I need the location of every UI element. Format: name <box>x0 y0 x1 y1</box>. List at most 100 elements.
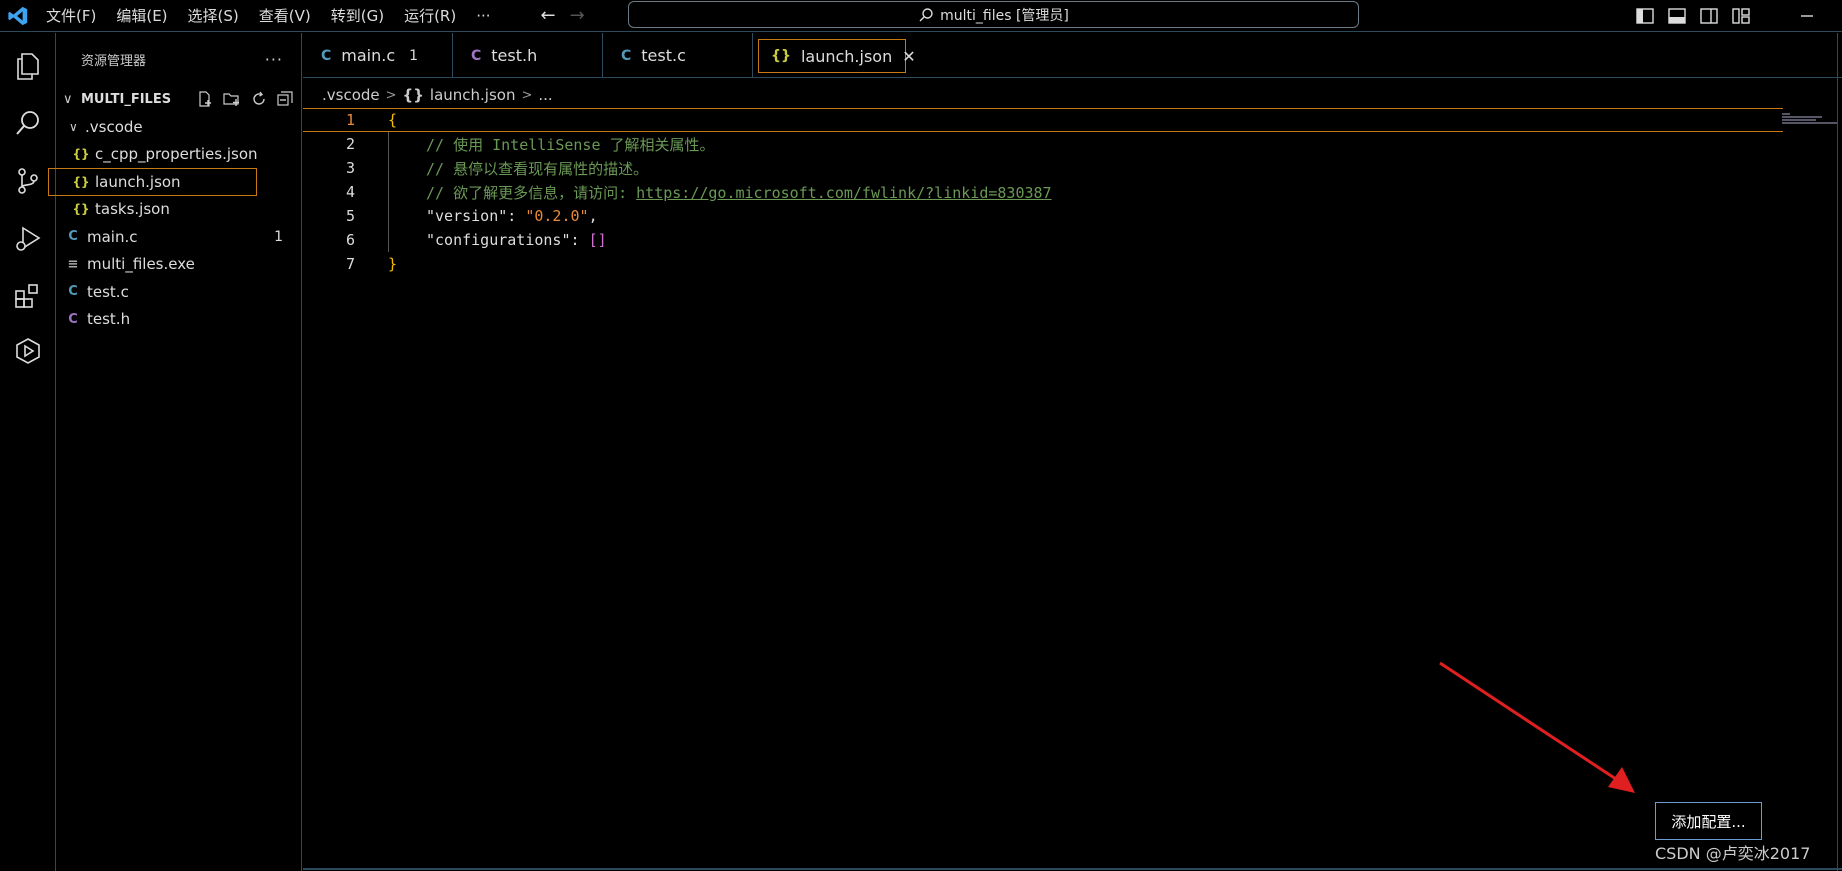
line-number: 4 <box>345 183 355 201</box>
code-line-4[interactable]: 4 // 欲了解更多信息，请访问: https://go.microsoft.c… <box>303 180 1783 204</box>
json-file-icon: {} <box>402 86 424 104</box>
new-folder-icon[interactable] <box>223 91 241 107</box>
code-line-5[interactable]: 5 "version": "0.2.0", <box>303 204 1783 228</box>
tree-item-label: .vscode <box>85 117 143 136</box>
json-file-icon: {} <box>72 202 90 217</box>
tree-item-multi-files-exe[interactable]: ≡ multi_files.exe <box>57 251 301 279</box>
menu-file[interactable]: 文件(F) <box>36 5 106 26</box>
code-text: { <box>388 111 398 129</box>
tree-item-c-cpp-properties[interactable]: {} c_cpp_properties.json <box>57 141 301 169</box>
search-text: multi_files [管理员] <box>940 7 1069 24</box>
toggle-panel-icon[interactable] <box>1668 8 1686 24</box>
search-view-icon[interactable] <box>10 105 46 141</box>
json-file-icon: {} <box>72 174 90 189</box>
code-comment: // 悬停以查看现有属性的描述。 <box>426 159 649 178</box>
tab-main-c[interactable]: C main.c 1 <box>303 33 453 78</box>
explorer-icon[interactable] <box>10 48 46 84</box>
breadcrumb-file[interactable]: launch.json <box>430 86 516 104</box>
line-number: 5 <box>345 207 355 225</box>
vscode-logo-icon <box>0 0 36 32</box>
menu-edit[interactable]: 编辑(E) <box>106 5 177 26</box>
toggle-secondary-sidebar-icon[interactable] <box>1700 8 1718 24</box>
tab-label: launch.json <box>800 46 893 66</box>
json-comma: , <box>588 207 598 225</box>
workspace-section-header[interactable]: ∨ MULTI_FILES <box>57 85 301 113</box>
sidebar-more-icon[interactable]: ··· <box>265 50 283 69</box>
tab-launch-json[interactable]: {} launch.json ✕ <box>758 39 916 73</box>
menu-selection[interactable]: 选择(S) <box>178 5 249 26</box>
code-line-6[interactable]: 6 "configurations": [] <box>303 228 1783 252</box>
tree-item-label: main.c <box>87 227 138 246</box>
tree-item-test-c[interactable]: C test.c <box>57 278 301 306</box>
json-array: [] <box>588 231 607 249</box>
code-comment: // 使用 IntelliSense 了解相关属性。 <box>426 135 715 154</box>
minimize-button[interactable] <box>1800 0 1814 32</box>
new-file-icon[interactable] <box>197 91 213 107</box>
problem-count-badge: 1 <box>409 47 418 64</box>
tree-folder-vscode[interactable]: ∨ .vscode <box>57 113 301 141</box>
navigation-arrows: ← → <box>541 5 585 26</box>
menu-run[interactable]: 运行(R) <box>394 5 466 26</box>
h-file-icon: C <box>68 311 78 327</box>
json-key: "configurations" <box>426 231 571 249</box>
code-comment: // 欲了解更多信息，请访问: <box>426 183 637 202</box>
add-configuration-button[interactable]: 添加配置... <box>1655 802 1762 840</box>
menu-go[interactable]: 转到(G) <box>321 5 394 26</box>
json-file-icon: {} <box>771 48 791 64</box>
problem-count-badge: 1 <box>274 228 283 245</box>
line-number: 2 <box>345 135 355 153</box>
minimap[interactable] <box>1782 112 1842 132</box>
forward-arrow-icon[interactable]: → <box>570 5 585 26</box>
annotation-arrow-icon <box>1439 661 1635 793</box>
minimize-icon <box>1801 15 1813 17</box>
remote-explorer-icon[interactable] <box>10 333 46 369</box>
code-link[interactable]: https://go.microsoft.com/fwlink/?linkid=… <box>636 184 1051 202</box>
toggle-primary-sidebar-icon[interactable] <box>1636 8 1654 24</box>
activity-bar <box>0 33 56 871</box>
tree-item-label: launch.json <box>95 172 181 191</box>
code-line-7[interactable]: 7 } <box>303 252 1783 276</box>
command-center-search[interactable]: multi_files [管理员] <box>628 1 1359 28</box>
customize-layout-icon[interactable] <box>1732 8 1750 24</box>
json-colon: : <box>570 231 589 249</box>
workspace-title: MULTI_FILES <box>81 91 172 107</box>
back-arrow-icon[interactable]: ← <box>541 5 556 26</box>
c-file-icon: C <box>68 284 78 300</box>
tree-item-tasks-json[interactable]: {} tasks.json <box>57 196 301 224</box>
code-line-1[interactable]: 1 { <box>303 108 1783 132</box>
tab-label: main.c <box>341 46 396 65</box>
editor-right-border <box>1837 33 1838 871</box>
collapse-all-icon[interactable] <box>277 91 293 107</box>
tab-test-h[interactable]: C test.h <box>453 33 603 78</box>
editor-tabs: C main.c 1 C test.h C test.c {} launch.j… <box>303 33 1842 78</box>
menu-view[interactable]: 查看(V) <box>249 5 321 26</box>
line-number: 1 <box>345 111 355 129</box>
code-line-3[interactable]: 3 // 悬停以查看现有属性的描述。 <box>303 156 1783 180</box>
tree-item-main-c[interactable]: C main.c 1 <box>57 223 301 251</box>
code-text: "version": "0.2.0", <box>426 207 598 225</box>
tree-item-launch-json[interactable]: {} launch.json <box>48 168 257 196</box>
layout-controls <box>1636 0 1750 32</box>
tab-test-c[interactable]: C test.c <box>603 33 753 78</box>
json-colon: : <box>507 207 526 225</box>
code-line-2[interactable]: 2 // 使用 IntelliSense 了解相关属性。 <box>303 132 1783 156</box>
breadcrumb-symbols[interactable]: ... <box>538 86 552 104</box>
tree-item-test-h[interactable]: C test.h <box>57 306 301 334</box>
menu-more[interactable]: ··· <box>466 7 500 25</box>
c-file-icon: C <box>68 229 78 245</box>
breadcrumb-folder[interactable]: .vscode <box>322 86 380 104</box>
tree-item-label: multi_files.exe <box>87 255 195 274</box>
line-number: 6 <box>345 231 355 249</box>
watermark-text: CSDN @卢奕冰2017 <box>1655 844 1811 863</box>
title-bar: 文件(F) 编辑(E) 选择(S) 查看(V) 转到(G) 运行(R) ··· … <box>0 0 1842 32</box>
source-control-icon[interactable] <box>10 163 46 199</box>
refresh-icon[interactable] <box>251 91 267 107</box>
close-icon[interactable]: ✕ <box>902 47 915 66</box>
code-text: } <box>388 255 398 273</box>
run-debug-icon[interactable] <box>10 221 46 257</box>
code-text: "configurations": [] <box>426 231 607 249</box>
menu-bar: 文件(F) 编辑(E) 选择(S) 查看(V) 转到(G) 运行(R) ··· <box>36 5 501 26</box>
chevron-down-icon: ∨ <box>69 119 78 134</box>
extensions-icon[interactable] <box>10 278 46 314</box>
tree-item-label: test.c <box>87 282 129 301</box>
